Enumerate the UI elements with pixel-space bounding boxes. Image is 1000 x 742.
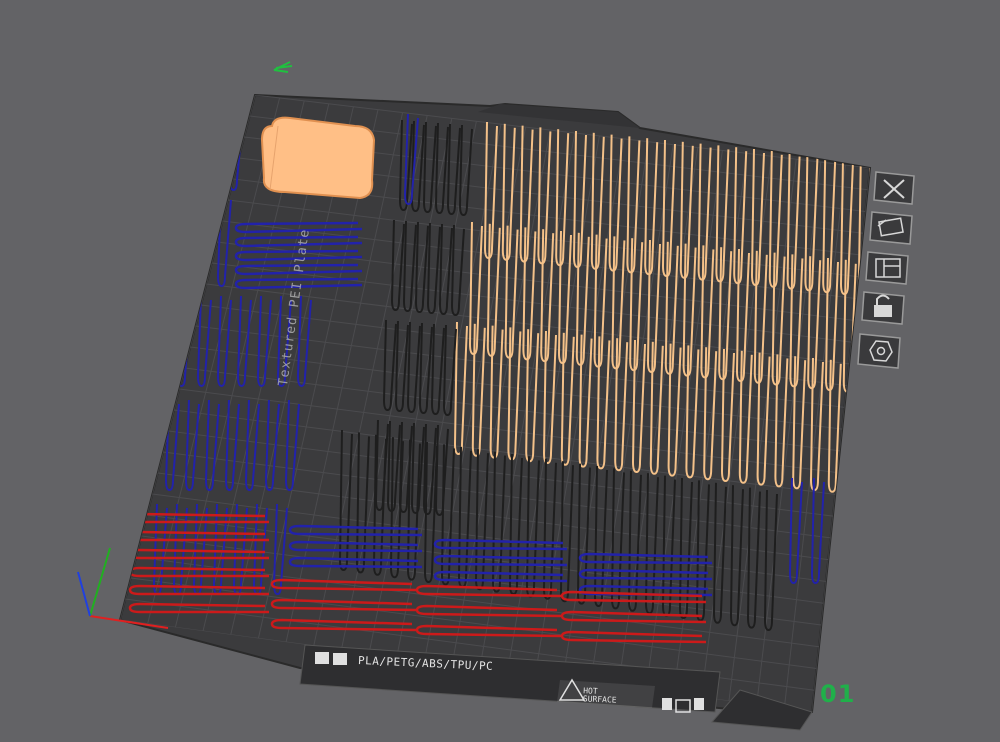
auto-orient-button[interactable] xyxy=(869,211,913,245)
hot-line-2: SURFACE xyxy=(582,694,617,705)
logo-icon-2 xyxy=(333,653,347,665)
selected-part[interactable] xyxy=(260,116,376,200)
plate-number: 01 xyxy=(820,680,856,708)
arrange-button[interactable] xyxy=(865,251,909,285)
logo-icon xyxy=(315,652,329,664)
remove-plate-button[interactable] xyxy=(873,171,915,205)
plate-settings-button[interactable] xyxy=(857,333,901,369)
3d-viewport[interactable] xyxy=(0,0,1000,742)
lock-plate-button[interactable] xyxy=(861,291,905,325)
hot-surface-text: HOT SURFACE xyxy=(582,686,617,705)
direction-marker xyxy=(273,61,293,73)
